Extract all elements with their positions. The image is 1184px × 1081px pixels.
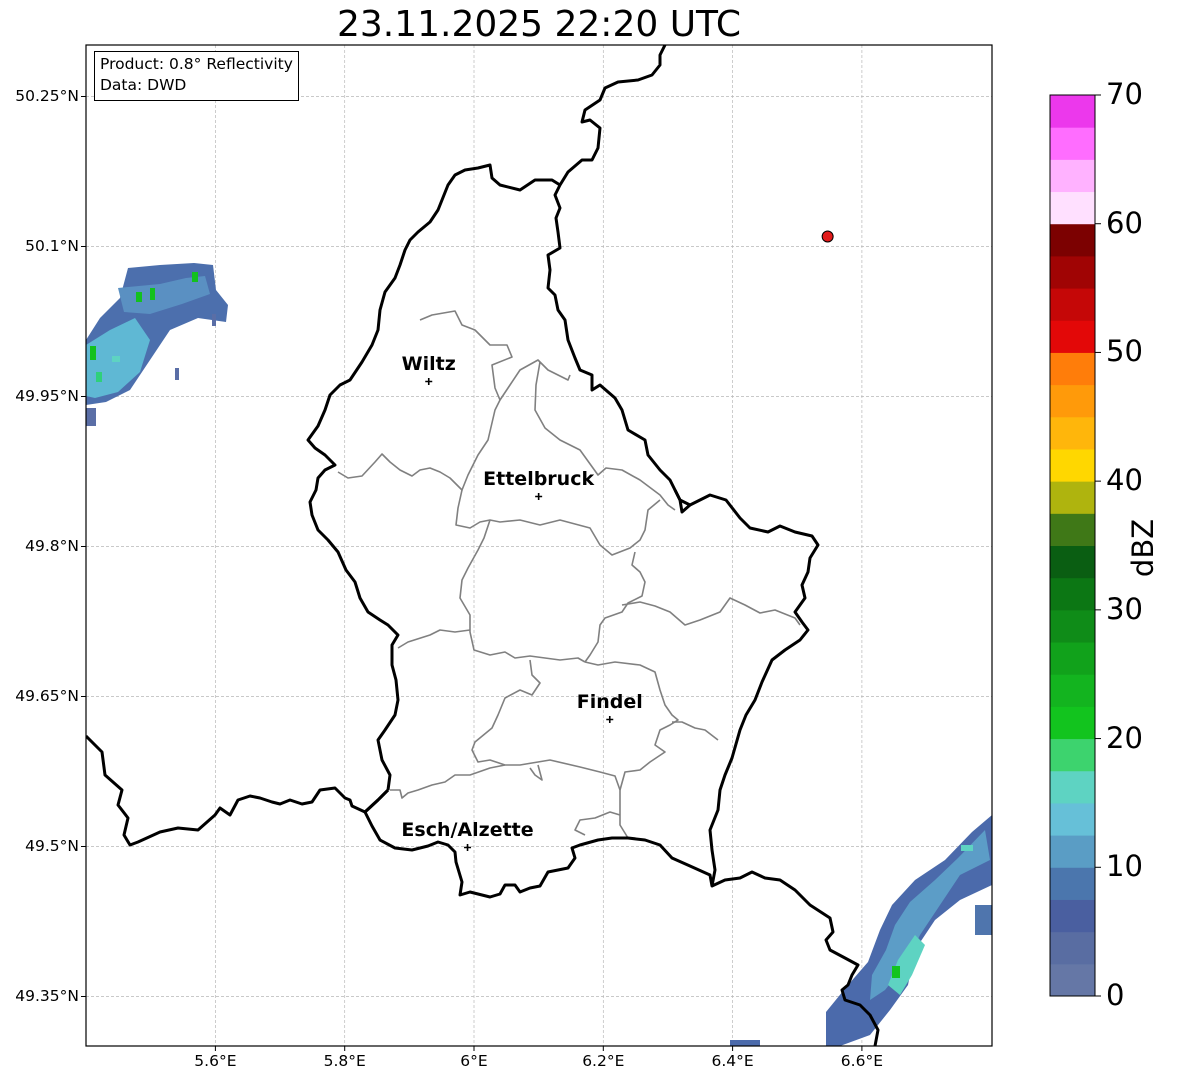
lat-tick-label: 49.5°N <box>25 836 79 855</box>
radar-site-marker <box>821 230 834 243</box>
colorbar-segment <box>1050 127 1095 160</box>
colorbar <box>1050 95 1095 997</box>
lon-tick-label: 6°E <box>460 1052 488 1070</box>
colorbar-segment <box>1050 867 1095 900</box>
colorbar-tick-label: 60 <box>1106 205 1143 240</box>
colorbar-tick-label: 40 <box>1106 463 1143 498</box>
colorbar-tick-marks <box>1095 94 1101 997</box>
colorbar-tick-label: 70 <box>1106 77 1143 111</box>
colorbar-segment <box>1050 770 1095 804</box>
colorbar-segment <box>1050 706 1095 740</box>
colorbar-segment <box>1050 255 1095 289</box>
colorbar-segment <box>1050 835 1095 868</box>
colorbar-segment <box>1050 384 1095 418</box>
colorbar-segment <box>1050 95 1095 128</box>
colorbar-tick-label: 50 <box>1106 334 1143 369</box>
colorbar-segment <box>1050 481 1095 514</box>
lat-tick-label: 49.8°N <box>25 536 79 555</box>
lat-tick-label: 50.1°N <box>25 236 79 255</box>
lat-tick-label: 49.95°N <box>15 386 79 405</box>
lat-tick-marks <box>81 96 86 997</box>
data-source-label: Data: DWD <box>100 76 187 94</box>
lat-tick-label: 49.65°N <box>15 686 79 705</box>
colorbar-segment <box>1050 159 1095 193</box>
lon-tick-label: 5.8°E <box>323 1052 366 1070</box>
colorbar-tick-label: 0 <box>1106 978 1125 1012</box>
city-label: Esch/Alzette <box>401 818 534 841</box>
city-label: Wiltz <box>401 352 456 375</box>
colorbar-segment <box>1050 674 1095 707</box>
colorbar-segment <box>1050 416 1095 450</box>
colorbar-tick-label: 10 <box>1106 849 1143 884</box>
lon-tick-label: 6.6°E <box>840 1052 883 1070</box>
colorbar-label: dBZ <box>1126 518 1160 578</box>
colorbar-segment <box>1050 802 1095 836</box>
colorbar-segment <box>1050 320 1095 353</box>
lon-tick-label: 6.4°E <box>711 1052 754 1070</box>
colorbar-segment <box>1050 642 1095 675</box>
colorbar-segment <box>1050 963 1095 997</box>
colorbar-segment <box>1050 448 1095 482</box>
city-label: Findel <box>576 690 643 713</box>
lat-tick-label: 49.35°N <box>15 986 79 1005</box>
colorbar-segment <box>1050 738 1095 772</box>
colorbar-segment <box>1050 899 1095 933</box>
colorbar-segment <box>1050 288 1095 321</box>
radar-map <box>81 44 1101 1051</box>
colorbar-tick-label: 30 <box>1106 591 1143 626</box>
colorbar-tick-label: 20 <box>1106 720 1143 755</box>
colorbar-segment <box>1050 191 1095 225</box>
colorbar-segment <box>1050 931 1095 965</box>
product-info-box: Product: 0.8° Reflectivity Data: DWD <box>94 51 299 101</box>
colorbar-segment <box>1050 352 1095 386</box>
lon-tick-marks <box>214 1046 863 1051</box>
lon-tick-label: 6.2°E <box>582 1052 625 1070</box>
colorbar-segment <box>1050 609 1095 643</box>
colorbar-segment <box>1050 513 1095 546</box>
map-background <box>86 45 992 1046</box>
city-label: Ettelbruck <box>483 467 595 490</box>
product-label: Product: 0.8° Reflectivity <box>100 55 293 73</box>
lon-tick-label: 5.6°E <box>194 1052 237 1070</box>
colorbar-segment <box>1050 577 1095 611</box>
lat-tick-label: 50.25°N <box>15 86 79 105</box>
colorbar-segment <box>1050 545 1095 579</box>
colorbar-segment <box>1050 223 1095 257</box>
